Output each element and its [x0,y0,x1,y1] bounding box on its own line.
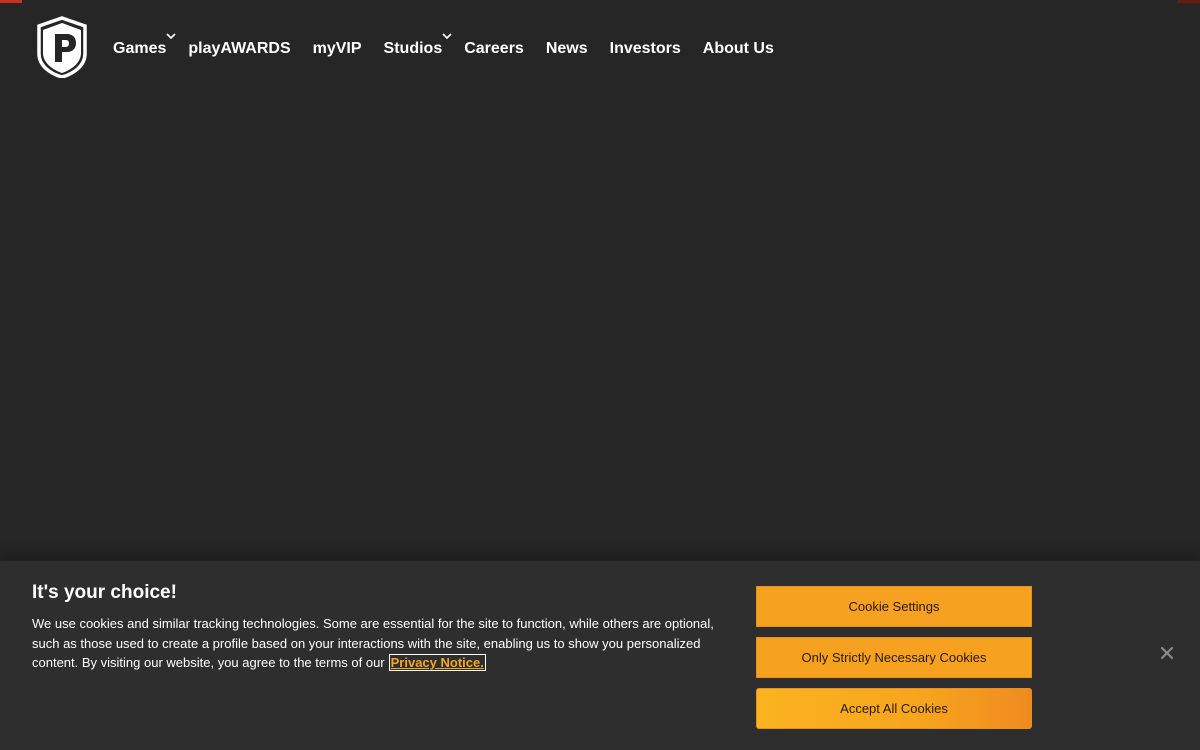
nav-item-label: Studios [383,40,443,57]
cookie-settings-button[interactable]: Cookie Settings [756,586,1032,627]
nav-item-games[interactable]: Games [113,33,176,60]
nav-item-myvip[interactable]: myVIP [313,38,362,60]
nav-item-playawards[interactable]: playAWARDS [188,38,290,60]
cookie-banner-title: It's your choice! [32,582,177,603]
privacy-notice-link[interactable]: Privacy Notice. [388,654,486,671]
cookie-banner-body: We use cookies and similar tracking tech… [32,616,714,670]
nav-item-careers[interactable]: Careers [464,38,524,60]
nav-item-label: Games [113,40,167,57]
accept-all-cookies-button[interactable]: Accept All Cookies [756,688,1032,729]
nav-item-label: About Us [702,40,774,57]
chevron-down-icon [442,33,452,40]
nav-item-about-us[interactable]: About Us [703,38,774,60]
nav-item-label: myVIP [312,40,362,57]
site-header: Games playAWARDS myVIP Studios Careers N… [0,0,1200,100]
nav-item-studios[interactable]: Studios [383,33,452,60]
cookie-banner-text: We use cookies and similar tracking tech… [32,614,722,673]
strictly-necessary-cookies-button[interactable]: Only Strictly Necessary Cookies [756,637,1032,678]
nav-item-label: Careers [464,40,524,57]
nav-item-news[interactable]: News [546,38,588,60]
main-nav: Games playAWARDS myVIP Studios Careers N… [113,33,774,60]
close-icon[interactable] [1158,644,1176,662]
nav-item-label: playAWARDS [188,40,291,57]
nav-item-investors[interactable]: Investors [610,38,681,60]
chevron-down-icon [166,33,176,40]
nav-item-label: News [545,40,588,57]
cookie-consent-banner: It's your choice! We use cookies and sim… [0,561,1200,750]
nav-item-label: Investors [609,40,681,57]
playtika-logo-icon[interactable] [37,16,87,79]
